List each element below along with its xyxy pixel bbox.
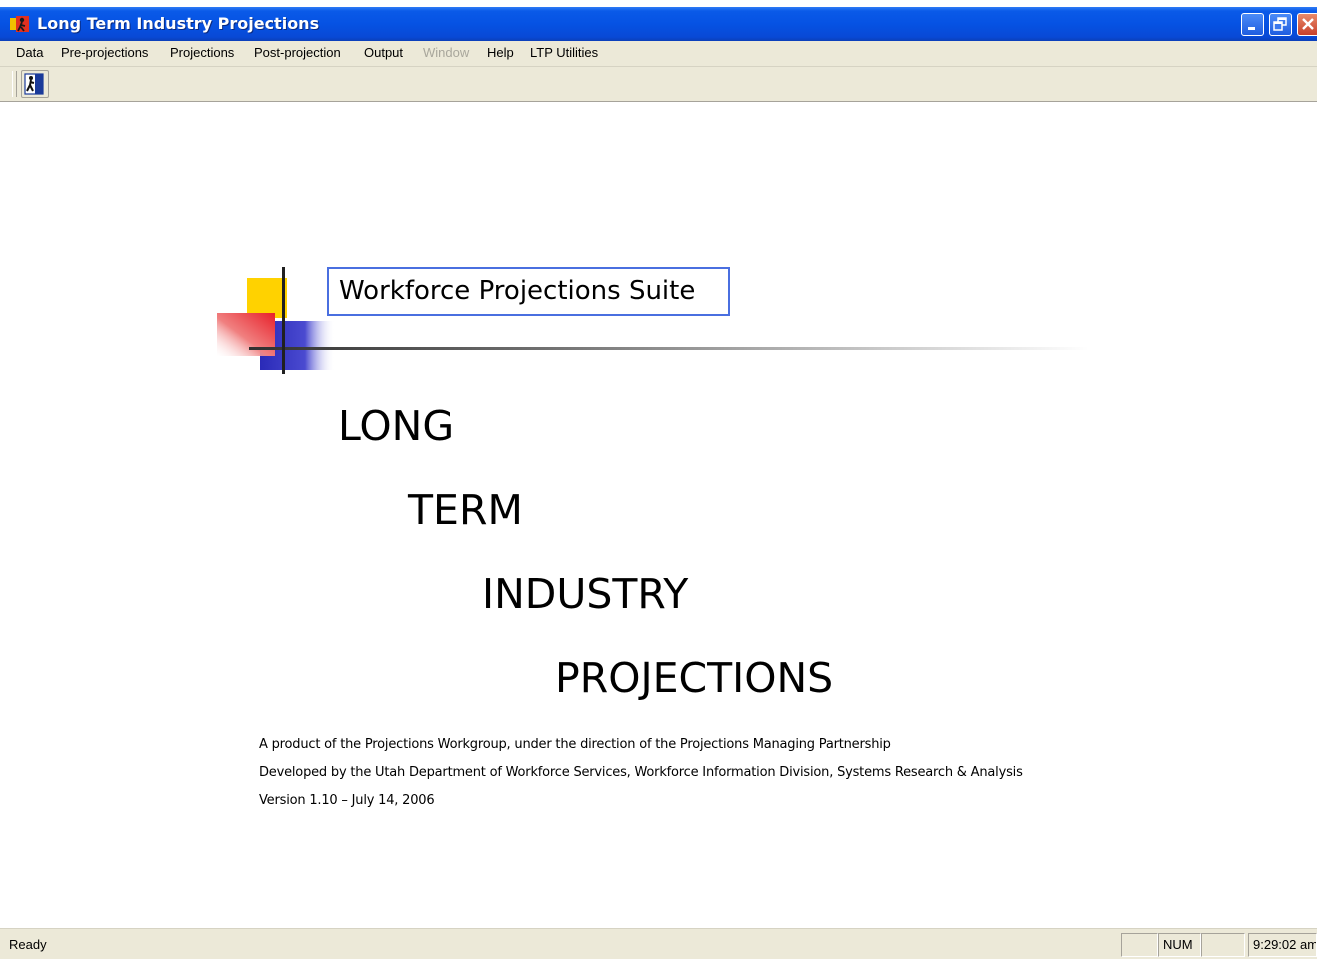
title-word-projections: PROJECTIONS — [555, 654, 834, 702]
menu-output[interactable]: Output — [364, 45, 403, 60]
title-word-industry: INDUSTRY — [482, 570, 689, 618]
close-button[interactable] — [1297, 13, 1317, 36]
title-bar[interactable]: Long Term Industry Projections — [0, 7, 1317, 41]
minimize-icon — [1248, 27, 1255, 30]
status-bar: Ready NUM 9:29:02 am — [0, 928, 1317, 959]
minimize-button[interactable] — [1241, 13, 1264, 36]
menu-bar: Data Pre-projections Projections Post-pr… — [0, 41, 1317, 67]
app-window: Long Term Industry Projections Data Pre-… — [0, 0, 1317, 959]
restore-button[interactable] — [1269, 13, 1292, 36]
version-line: Version 1.10 – July 14, 2006 — [259, 793, 435, 808]
exit-button[interactable] — [21, 70, 49, 98]
menu-ltp-utilities[interactable]: LTP Utilities — [530, 45, 598, 60]
title-word-term: TERM — [408, 486, 523, 534]
credit-line-developer: Developed by the Utah Department of Work… — [259, 765, 1023, 780]
toolbar — [0, 67, 1317, 102]
status-text: Ready — [9, 937, 47, 952]
status-pane-num: NUM — [1158, 933, 1201, 957]
menu-data[interactable]: Data — [16, 45, 43, 60]
toolbar-grip[interactable] — [12, 71, 17, 97]
exit-door-icon — [24, 73, 44, 95]
suite-title: Workforce Projections Suite — [339, 276, 696, 306]
menu-window: Window — [423, 45, 470, 60]
status-pane-caps — [1121, 933, 1158, 957]
restore-icon — [1273, 17, 1287, 31]
title-word-long: LONG — [338, 402, 455, 450]
status-pane-scroll — [1201, 933, 1245, 957]
suite-title-box: Workforce Projections Suite — [327, 267, 730, 316]
window-title: Long Term Industry Projections — [37, 14, 320, 33]
menu-pre-projections[interactable]: Pre-projections — [61, 45, 148, 60]
close-icon — [1302, 18, 1314, 30]
app-icon — [10, 16, 29, 32]
menu-post-projection[interactable]: Post-projection — [254, 45, 341, 60]
credit-line-product: A product of the Projections Workgroup, … — [259, 737, 891, 752]
menu-projections[interactable]: Projections — [170, 45, 234, 60]
menu-help[interactable]: Help — [487, 45, 514, 60]
status-pane-clock: 9:29:02 am — [1248, 933, 1317, 957]
